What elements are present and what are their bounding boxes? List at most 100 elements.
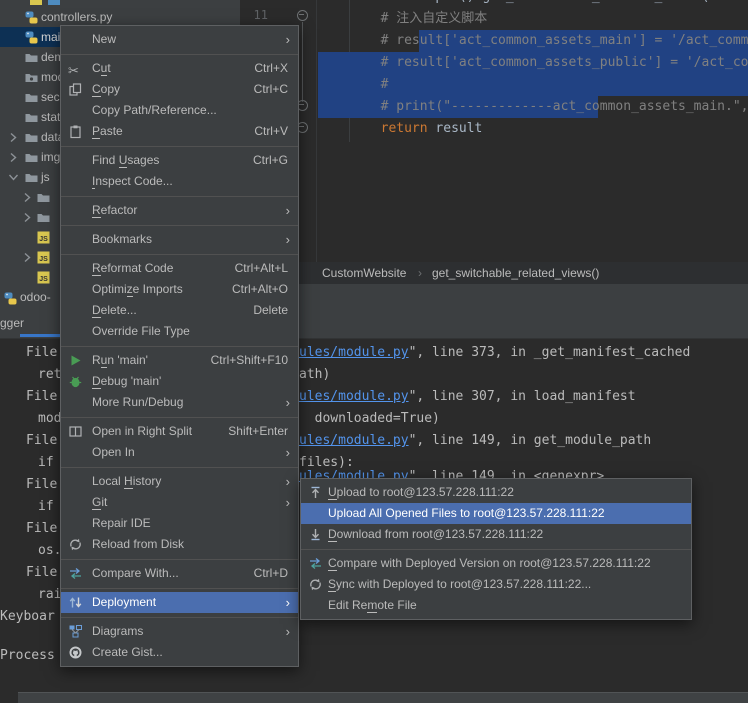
code-line[interactable]: # result['act_common_assets_main'] = '/a… — [318, 30, 748, 51]
menu-item-git[interactable]: Git› — [61, 492, 298, 513]
menu-item-find-usages[interactable]: Find UsagesCtrl+G — [61, 150, 298, 171]
code-line[interactable]: # 注入自定义脚本 — [318, 8, 487, 29]
copy-icon — [68, 82, 83, 97]
submenu-item-upload-all-opened-files-to-root-123-57-228-111-22[interactable]: Upload All Opened Files to root@123.57.2… — [301, 503, 691, 524]
menu-shortcut: Ctrl+X — [254, 58, 288, 79]
console-line: ules/module.py", line 307, in load_manif… — [299, 389, 636, 404]
menu-separator — [61, 413, 298, 421]
menu-separator — [61, 50, 298, 58]
menu-item-override-file-type[interactable]: Override File Type — [61, 321, 298, 342]
tab-debugger[interactable]: gger — [0, 316, 24, 330]
menu-separator — [61, 142, 298, 150]
menu-item-open-in[interactable]: Open In› — [61, 442, 298, 463]
menu-item-refactor[interactable]: Refactor› — [61, 200, 298, 221]
code-line[interactable]: # — [318, 74, 388, 95]
menu-item-label: Deployment — [92, 592, 156, 613]
code-line[interactable]: # print("-------------act_common_assets_… — [318, 96, 748, 117]
menu-item-compare-with[interactable]: Compare With...Ctrl+D — [61, 563, 298, 584]
stack-trace-link[interactable]: ules/module.py — [299, 389, 409, 404]
menu-item-diagrams[interactable]: Diagrams› — [61, 621, 298, 642]
js-icon: JS — [36, 250, 50, 264]
chevron-right-icon[interactable] — [20, 250, 34, 264]
submenu-item-upload-to-root-123-57-228-111-22[interactable]: Upload to root@123.57.228.111:22 — [301, 482, 691, 503]
menu-item-copy-path-reference[interactable]: Copy Path/Reference... — [61, 100, 298, 121]
submenu-item-compare-with-deployed-version-on-root-123-57-228-111-22[interactable]: Compare with Deployed Version on root@12… — [301, 553, 691, 574]
tree-item-controllers-py[interactable]: controllers.py — [0, 7, 240, 27]
menu-shortcut: Ctrl+G — [253, 150, 288, 171]
console-line: File — [26, 433, 57, 448]
menu-item-inspect-code[interactable]: Inspect Code... — [61, 171, 298, 192]
compare-icon — [68, 566, 83, 581]
run-icon — [68, 353, 83, 368]
console-text: downloaded=True) — [299, 411, 440, 426]
sync-icon — [308, 577, 323, 592]
menu-item-bookmarks[interactable]: Bookmarks› — [61, 229, 298, 250]
folder-icon — [36, 190, 50, 204]
menu-item-reformat-code[interactable]: Reformat CodeCtrl+Alt+L — [61, 258, 298, 279]
menu-item-run-main[interactable]: Run 'main'Ctrl+Shift+F10 — [61, 350, 298, 371]
chevron-down-icon[interactable] — [6, 170, 20, 184]
fold-connector — [302, 22, 303, 102]
code-line[interactable]: return result — [318, 118, 482, 139]
chevron-right-icon[interactable] — [20, 190, 34, 204]
menu-item-copy[interactable]: CopyCtrl+C — [61, 79, 298, 100]
github-icon — [68, 645, 83, 660]
breadcrumb-item[interactable]: get_switchable_related_views() — [432, 262, 599, 284]
js-icon: JS — [36, 230, 50, 244]
code-segment: # print("-------------act_common_assets_… — [318, 99, 748, 114]
menu-item-open-in-right-split[interactable]: Open in Right SplitShift+Enter — [61, 421, 298, 442]
chevron-right-icon[interactable] — [6, 150, 20, 164]
menu-item-repair-ide[interactable]: Repair IDE — [61, 513, 298, 534]
menu-item-cut[interactable]: ✂CutCtrl+X — [61, 58, 298, 79]
menu-item-label: Reload from Disk — [92, 534, 184, 555]
menu-item-label: Compare with Deployed Version on root@12… — [328, 553, 651, 574]
menu-item-reload-from-disk[interactable]: Reload from Disk — [61, 534, 298, 555]
menu-item-deployment[interactable]: Deployment› — [61, 592, 298, 613]
menu-item-label: Local History — [92, 471, 161, 492]
status-strip — [0, 688, 748, 703]
scissors-icon: ✂ — [68, 61, 83, 76]
stack-trace-link[interactable]: ules/module.py — [299, 345, 409, 360]
code-line[interactable]: result = super().get_switchable_related_… — [318, 0, 709, 7]
code-segment: return — [381, 121, 428, 136]
menu-item-local-history[interactable]: Local History› — [61, 471, 298, 492]
menu-item-optimize-imports[interactable]: Optimize ImportsCtrl+Alt+O — [61, 279, 298, 300]
console-line: rai — [38, 587, 61, 602]
menu-item-label: Refactor — [92, 200, 137, 221]
console-text: ", line 307, in load_manifest — [409, 389, 636, 404]
menu-item-more-run-debug[interactable]: More Run/Debug› — [61, 392, 298, 413]
chevron-right-icon[interactable] — [20, 210, 34, 224]
chevron-right-icon[interactable] — [6, 130, 20, 144]
menu-item-debug-main[interactable]: Debug 'main' — [61, 371, 298, 392]
menu-item-create-gist[interactable]: Create Gist... — [61, 642, 298, 663]
svg-text:JS: JS — [39, 236, 48, 243]
submenu-item-edit-remote-file[interactable]: Edit Remote File — [301, 595, 691, 616]
menu-item-paste[interactable]: PasteCtrl+V — [61, 121, 298, 142]
stack-trace-link[interactable]: ules/module.py — [299, 433, 409, 448]
console-line: Keyboar — [0, 609, 55, 624]
folder-icon — [24, 130, 38, 144]
tree-item-label: controllers.py — [41, 7, 112, 27]
submenu-item-download-from-root-123-57-228-111-22[interactable]: Download from root@123.57.228.111:22 — [301, 524, 691, 545]
console-text: files): — [299, 455, 354, 470]
menu-item-label: Upload All Opened Files to root@123.57.2… — [328, 503, 605, 524]
submenu-arrow-icon: › — [286, 621, 290, 642]
submenu-arrow-icon: › — [286, 492, 290, 513]
menu-item-delete[interactable]: Delete...Delete — [61, 300, 298, 321]
menu-item-new[interactable]: New› — [61, 29, 298, 50]
folder-dot-icon — [24, 70, 38, 84]
code-segment — [318, 121, 381, 136]
fold-marker-icon[interactable] — [297, 10, 308, 21]
debug-session-title: odoo- — [20, 290, 51, 304]
submenu-arrow-icon: › — [286, 229, 290, 250]
code-line[interactable]: # result['act_common_assets_public'] = '… — [318, 52, 748, 73]
menu-shortcut: Ctrl+C — [254, 79, 288, 100]
breadcrumb-item[interactable]: CustomWebsite — [322, 262, 406, 284]
submenu-item-sync-with-deployed-to-root-123-57-228-111-22[interactable]: Sync with Deployed to root@123.57.228.11… — [301, 574, 691, 595]
menu-item-label: Create Gist... — [92, 642, 163, 663]
code-editor[interactable]: 11 result = super().get_switchable_relat… — [240, 0, 748, 262]
menu-item-label: Delete... — [92, 300, 137, 321]
menu-shortcut: Ctrl+Alt+L — [235, 258, 288, 279]
menu-separator — [61, 342, 298, 350]
console-text: ", line 149, in get_module_path — [409, 433, 652, 448]
